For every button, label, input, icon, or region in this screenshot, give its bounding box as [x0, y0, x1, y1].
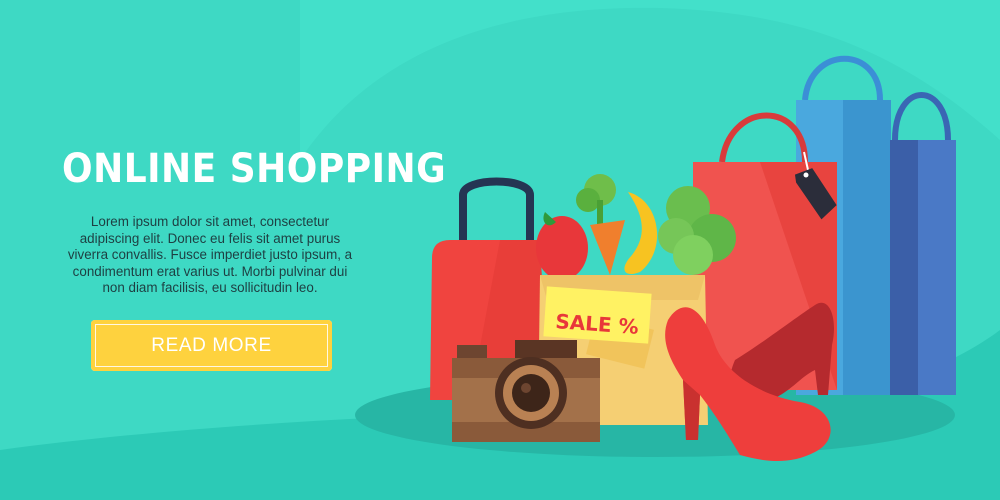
- read-more-button[interactable]: READ MORE: [91, 320, 332, 371]
- banner-description: Lorem ipsum dolor sit amet, consectetur …: [67, 214, 353, 295]
- page-title: ONLINE SHOPPING: [62, 146, 447, 192]
- read-more-label: READ MORE: [151, 334, 272, 356]
